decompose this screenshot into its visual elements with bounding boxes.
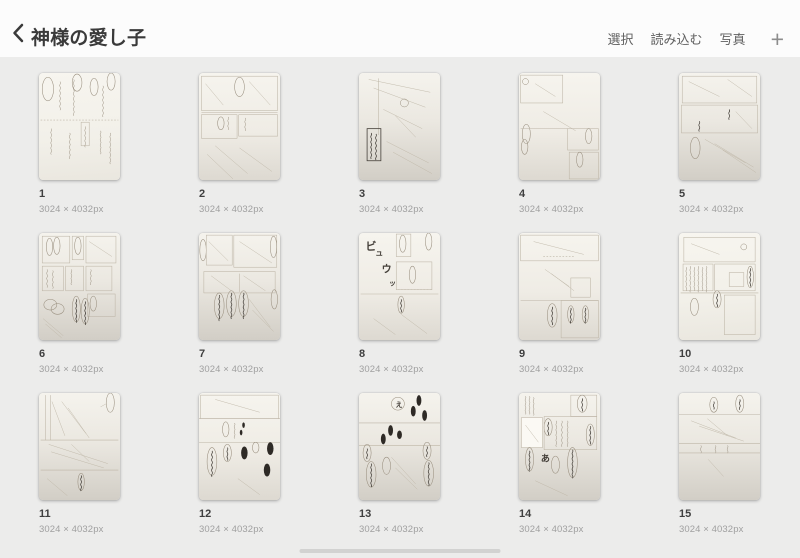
svg-text:え: え: [395, 400, 402, 409]
import-button[interactable]: 読み込む: [651, 29, 703, 48]
page-thumbnail[interactable]: [199, 73, 280, 180]
grid-item: 10 3024 × 4032px: [679, 233, 760, 375]
grid-item: 5 3024 × 4032px: [679, 73, 760, 215]
page-dimensions: 3024 × 4032px: [679, 204, 744, 215]
page-thumbnail[interactable]: [679, 393, 760, 500]
page-dimensions: 3024 × 4032px: [39, 524, 104, 535]
page-dimensions: 3024 × 4032px: [519, 364, 584, 375]
grid-item: あ 14 3024 × 4032px: [519, 393, 600, 535]
grid-item: 1 3024 × 4032px: [39, 73, 120, 215]
page-dimensions: 3024 × 4032px: [199, 524, 264, 535]
page-thumbnail[interactable]: [39, 73, 120, 180]
back-button[interactable]: [12, 23, 24, 50]
select-button[interactable]: 選択: [608, 29, 634, 48]
page-number: 10: [679, 348, 692, 360]
add-page-button[interactable]: +: [769, 27, 786, 50]
page-thumbnail[interactable]: え: [359, 393, 440, 500]
page-thumbnail[interactable]: あ: [519, 393, 600, 500]
page-thumbnail[interactable]: [39, 393, 120, 500]
grid-item: 3 3024 × 4032px: [359, 73, 440, 215]
navigation-bar: 神様の愛し子 選択 読み込む 写真 +: [0, 0, 800, 57]
svg-text:ウ: ウ: [382, 264, 392, 276]
page-dimensions: 3024 × 4032px: [39, 364, 104, 375]
photos-button[interactable]: 写真: [720, 29, 746, 48]
page-number: 15: [679, 508, 692, 520]
grid-item: 2 3024 × 4032px: [199, 73, 280, 215]
grid-item: 6 3024 × 4032px: [39, 233, 120, 375]
page-dimensions: 3024 × 4032px: [679, 524, 744, 535]
page-dimensions: 3024 × 4032px: [679, 364, 744, 375]
chevron-left-icon: [12, 23, 24, 48]
page-dimensions: 3024 × 4032px: [199, 204, 264, 215]
page-number: 1: [39, 188, 46, 200]
page-number: 2: [199, 188, 206, 200]
grid-item: 15 3024 × 4032px: [679, 393, 760, 535]
page-dimensions: 3024 × 4032px: [519, 524, 584, 535]
page-dimensions: 3024 × 4032px: [199, 364, 264, 375]
home-indicator[interactable]: [299, 549, 501, 553]
thumbnail-grid[interactable]: 1 3024 × 4032px 2 3024 × 4032px 3 3024 × 4032…: [0, 57, 800, 535]
svg-text:ッ: ッ: [389, 280, 396, 287]
grid-item: え 13 3024 × 4032px: [359, 393, 440, 535]
grid-item: 12 3024 × 4032px: [199, 393, 280, 535]
page-number: 4: [519, 188, 526, 200]
page-thumbnail[interactable]: [359, 73, 440, 180]
page-number: 3: [359, 188, 366, 200]
page-dimensions: 3024 × 4032px: [39, 204, 104, 215]
grid-item: 9 3024 × 4032px: [519, 233, 600, 375]
grid-item: 7 3024 × 4032px: [199, 233, 280, 375]
page-thumbnail[interactable]: ビュウッ: [359, 233, 440, 340]
svg-text:あ: あ: [541, 453, 550, 463]
toolbar-actions: 選択 読み込む 写真 +: [608, 27, 786, 50]
page-number: 5: [679, 188, 686, 200]
svg-text:ュ: ュ: [375, 248, 383, 257]
page-dimensions: 3024 × 4032px: [519, 204, 584, 215]
grid-item: 11 3024 × 4032px: [39, 393, 120, 535]
page-number: 12: [199, 508, 212, 520]
page-thumbnail[interactable]: [199, 233, 280, 340]
page-thumbnail[interactable]: [519, 73, 600, 180]
grid-item: ビュウッ 8 3024 × 4032px: [359, 233, 440, 375]
page-number: 7: [199, 348, 206, 360]
page-title: 神様の愛し子: [31, 28, 147, 50]
page-number: 9: [519, 348, 526, 360]
page-number: 6: [39, 348, 46, 360]
page-dimensions: 3024 × 4032px: [359, 204, 424, 215]
page-number: 14: [519, 508, 532, 520]
page-thumbnail[interactable]: [199, 393, 280, 500]
page-thumbnail[interactable]: [679, 233, 760, 340]
page-thumbnail[interactable]: [519, 233, 600, 340]
page-dimensions: 3024 × 4032px: [359, 364, 424, 375]
page-dimensions: 3024 × 4032px: [359, 524, 424, 535]
page-thumbnail[interactable]: [39, 233, 120, 340]
page-number: 11: [39, 508, 51, 520]
page-thumbnail[interactable]: [679, 73, 760, 180]
page-number: 13: [359, 508, 372, 520]
page-number: 8: [359, 348, 366, 360]
grid-item: 4 3024 × 4032px: [519, 73, 600, 215]
